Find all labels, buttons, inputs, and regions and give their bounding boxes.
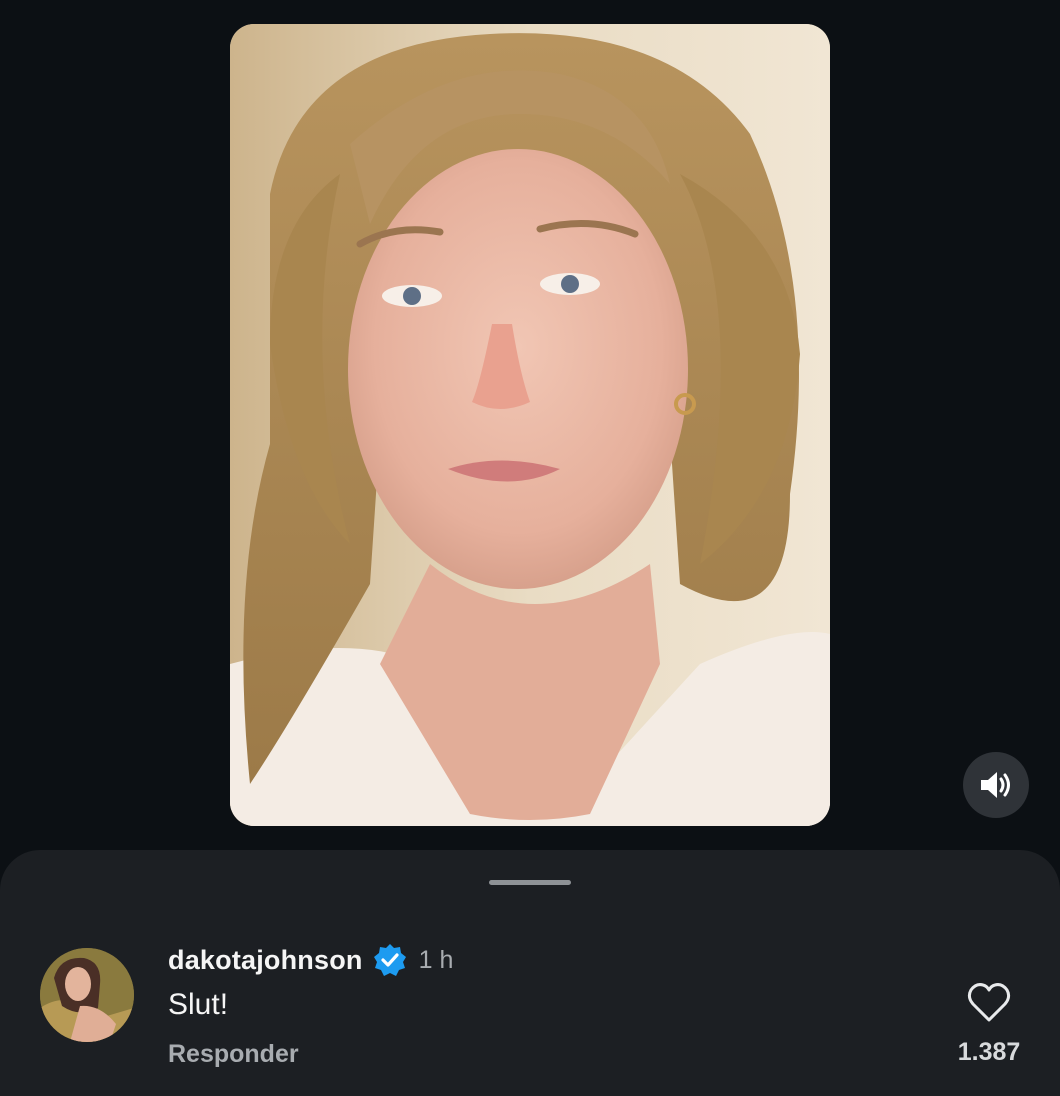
avatar[interactable] <box>40 948 134 1042</box>
comment-username[interactable]: dakotajohnson <box>168 945 363 976</box>
like-count: 1.387 <box>957 1038 1021 1066</box>
comment-timestamp: 1 h <box>418 945 454 974</box>
verified-badge-icon <box>373 943 407 977</box>
comment-header: dakotajohnson 1 h <box>168 940 453 980</box>
comment-text: Slut! <box>168 988 229 1021</box>
video-still-image <box>230 24 830 826</box>
sheet-drag-handle[interactable] <box>489 880 571 885</box>
reply-button[interactable]: Responder <box>168 1040 299 1069</box>
comment-item: dakotajohnson 1 h Slut! Responder 1.387 <box>0 940 1060 1080</box>
video-player[interactable] <box>230 24 830 826</box>
speaker-volume-icon <box>981 772 1010 798</box>
comments-sheet: dakotajohnson 1 h Slut! Responder 1.387 <box>0 850 1060 1096</box>
avatar-image <box>40 948 134 1042</box>
sound-toggle-button[interactable] <box>963 752 1029 818</box>
heart-outline-icon[interactable] <box>966 980 1012 1026</box>
story-comment-screen: dakotajohnson 1 h Slut! Responder 1.387 <box>0 0 1060 1096</box>
